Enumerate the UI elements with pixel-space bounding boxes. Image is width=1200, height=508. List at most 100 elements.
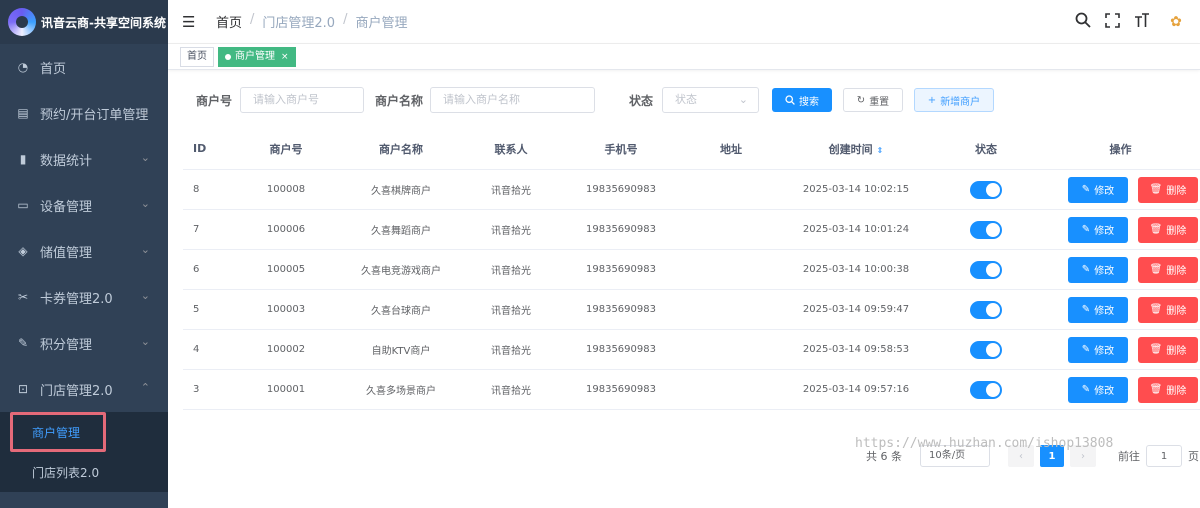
edit-icon: ✎ — [1081, 184, 1091, 195]
cell-status — [931, 300, 1041, 319]
tag-merchant[interactable]: 商户管理 × — [218, 46, 296, 67]
sidebar-item-0[interactable]: ◔ 首页 — [0, 44, 168, 90]
cell-actions: ✎ 修改 🗑 删除 — [1041, 216, 1200, 243]
cell-actions: ✎ 修改 🗑 删除 — [1041, 336, 1200, 363]
delete-button[interactable]: 🗑 删除 — [1138, 296, 1198, 323]
cell-merchant-no: 100001 — [266, 384, 306, 395]
edit-button[interactable]: ✎ 修改 — [1068, 296, 1128, 323]
cell-id: 5 — [193, 304, 200, 315]
reset-button[interactable]: ↻ 重置 — [843, 88, 903, 112]
edit-icon: ✎ — [1081, 264, 1091, 275]
delete-button[interactable]: 🗑 删除 — [1138, 176, 1198, 203]
cell-phone: 19835690983 — [586, 184, 656, 195]
cell-contact: 讯音拾光 — [491, 306, 531, 317]
delete-button[interactable]: 🗑 删除 — [1138, 336, 1198, 363]
status-toggle[interactable] — [970, 220, 1002, 239]
delete-button[interactable]: 🗑 删除 — [1138, 256, 1198, 283]
cell-status — [931, 340, 1041, 359]
merchant-no-input[interactable]: 请输入商户号 — [240, 87, 364, 113]
brand[interactable]: 讯音云商-共享空间系统 — [0, 0, 168, 44]
sidebar: 讯音云商-共享空间系统 ◔ 首页 ▤ 预约/开台订单管理 ⌄ ▮ 数据统计 ⌄ ▭ 设备管理 ⌄ ◈ 储… — [0, 0, 168, 508]
edit-button[interactable]: ✎ 修改 — [1068, 216, 1128, 243]
cell-phone: 19835690983 — [586, 264, 656, 275]
table-row: 5 100003 久喜台球商户 讯音拾光 19835690983 2025-03-14 0… — [183, 290, 1200, 330]
column-header-address: 地址 — [720, 142, 742, 156]
status-toggle[interactable] — [970, 260, 1002, 279]
sidebar-item-6[interactable]: ✎ 积分管理 ⌄ — [0, 320, 168, 366]
sidebar-item-3[interactable]: ▭ 设备管理 ⌄ — [0, 182, 168, 228]
edit-icon: ✎ — [1081, 224, 1091, 235]
cell-phone: 19835690983 — [586, 304, 656, 315]
table-row: 6 100005 久喜电竞游戏商户 讯音拾光 19835690983 2025-03-14… — [183, 250, 1200, 290]
hamburger-icon[interactable]: ☰ — [182, 13, 198, 31]
submenu-item-store-list[interactable]: 门店列表2.0 — [0, 452, 168, 492]
cell-status — [931, 380, 1041, 399]
table-row: 4 100002 自助KTV商户 讯音拾光 19835690983 2025-03-14 … — [183, 330, 1200, 370]
sidebar-item-5[interactable]: ✂ 卡券管理2.0 ⌄ — [0, 274, 168, 320]
page-size-value: 10条/页 — [929, 450, 966, 461]
add-merchant-button[interactable]: + 新增商户 — [914, 88, 994, 112]
goto-page-input[interactable]: 1 — [1146, 445, 1182, 467]
cell-id: 3 — [193, 384, 200, 395]
status-toggle[interactable] — [970, 380, 1002, 399]
table-row: 8 100008 久喜棋牌商户 讯音拾光 19835690983 2025-03-14 1… — [183, 170, 1200, 210]
cell-merchant-name: 久喜电竞游戏商户 — [361, 266, 441, 277]
table-header: ID 商户号 商户名称 联系人 手机号 地址 创建时间 ⇕ 状态 操作 — [183, 128, 1200, 170]
status-select[interactable]: 状态 ⌄ — [662, 87, 759, 113]
status-toggle[interactable] — [970, 300, 1002, 319]
breadcrumb-home[interactable]: 首页 — [216, 12, 242, 31]
chevron-down-icon: ⌄ — [738, 93, 748, 106]
merchant-name-input[interactable]: 请输入商户名称 — [430, 87, 595, 113]
cell-merchant-name: 自助KTV商户 — [371, 346, 431, 357]
sidebar-item-1[interactable]: ▤ 预约/开台订单管理 ⌄ — [0, 90, 168, 136]
search-icon[interactable] — [1075, 12, 1091, 32]
tag-home[interactable]: 首页 — [180, 46, 214, 67]
edit-button-label: 修改 — [1094, 306, 1115, 317]
status-toggle[interactable] — [970, 180, 1002, 199]
trash-icon: 🗑 — [1149, 344, 1163, 355]
sidebar-item-4[interactable]: ◈ 储值管理 ⌄ — [0, 228, 168, 274]
close-icon[interactable]: × — [281, 48, 289, 66]
trash-icon: 🗑 — [1149, 304, 1163, 315]
edit-button[interactable]: ✎ 修改 — [1068, 376, 1128, 403]
sidebar-item-2[interactable]: ▮ 数据统计 ⌄ — [0, 136, 168, 182]
goto-suffix: 页 — [1188, 450, 1199, 463]
sort-icon[interactable]: ⇕ — [877, 146, 884, 155]
merchant-table: ID 商户号 商户名称 联系人 手机号 地址 创建时间 ⇕ 状态 操作 8 1000… — [183, 128, 1200, 410]
status-toggle[interactable] — [970, 340, 1002, 359]
edit-button[interactable]: ✎ 修改 — [1068, 336, 1128, 363]
cell-id: 4 — [193, 344, 200, 355]
status-label: 状态 — [629, 94, 654, 108]
cell-id: 6 — [193, 264, 200, 275]
search-button[interactable]: 搜索 — [772, 88, 832, 112]
app-title: 讯音云商-共享空间系统 — [41, 15, 166, 30]
avatar[interactable]: ✿ — [1164, 10, 1188, 34]
order-icon: ▤ — [17, 106, 29, 120]
font-size-icon[interactable] — [1134, 12, 1150, 32]
cell-merchant-no: 100008 — [266, 184, 306, 195]
submenu-item-merchant-active[interactable]: 商户管理 — [10, 412, 106, 452]
cell-merchant-no: 100002 — [266, 344, 306, 355]
cell-merchant-no: 100003 — [266, 304, 306, 315]
delete-button-label: 删除 — [1166, 226, 1187, 237]
sidebar-item-7[interactable]: ⊡ 门店管理2.0 ⌃ — [0, 366, 168, 412]
cell-phone: 19835690983 — [586, 344, 656, 355]
chevron-icon: ⌄ — [140, 243, 150, 256]
edit-button[interactable]: ✎ 修改 — [1068, 176, 1128, 203]
cell-phone: 19835690983 — [586, 384, 656, 395]
delete-button[interactable]: 🗑 删除 — [1138, 216, 1198, 243]
edit-button[interactable]: ✎ 修改 — [1068, 256, 1128, 283]
chevron-icon: ⌄ — [140, 197, 150, 210]
breadcrumb-store: 门店管理2.0 — [262, 16, 336, 31]
sidebar-item-label: 设备管理 — [40, 199, 93, 215]
column-header-created-time[interactable]: 创建时间 ⇕ — [781, 141, 931, 157]
fullscreen-icon[interactable] — [1105, 12, 1120, 32]
chevron-icon: ⌄ — [140, 151, 150, 164]
store-icon: ⊡ — [17, 382, 29, 396]
dashboard-icon: ◔ — [17, 60, 29, 74]
table-body: 8 100008 久喜棋牌商户 讯音拾光 19835690983 2025-03-14 1… — [183, 170, 1200, 410]
merchant-name-label: 商户名称 — [375, 94, 424, 108]
sidebar-item-label: 数据统计 — [40, 153, 93, 169]
sidebar-item-label: 积分管理 — [40, 337, 93, 353]
delete-button[interactable]: 🗑 删除 — [1138, 376, 1198, 403]
